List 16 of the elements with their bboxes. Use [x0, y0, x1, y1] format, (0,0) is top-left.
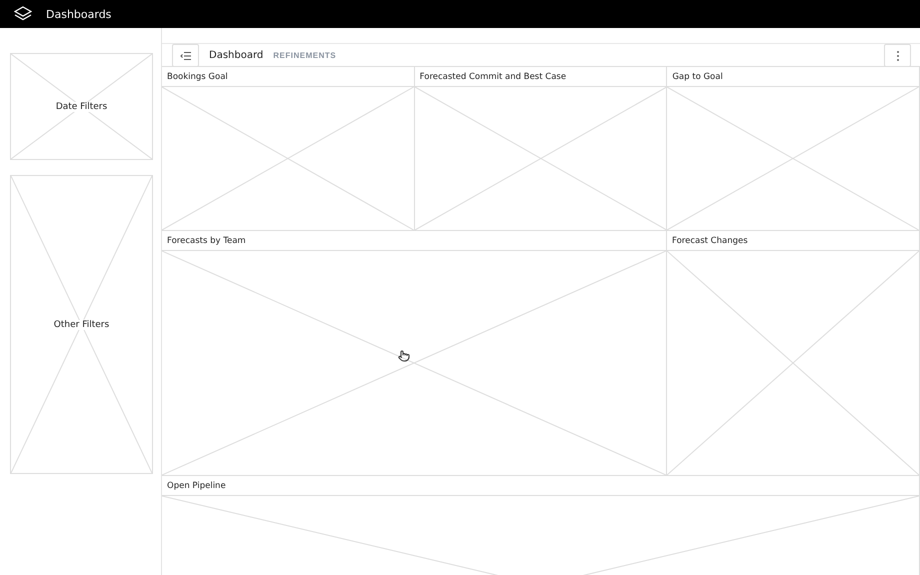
hand-cursor-icon — [398, 350, 410, 362]
panel-title: Forecasted Commit and Best Case — [414, 67, 666, 87]
collapse-list-icon — [180, 50, 192, 60]
panel-title: Bookings Goal — [162, 67, 414, 87]
app-title: Dashboards — [46, 8, 112, 20]
panel-title: Forecast Changes — [667, 231, 919, 251]
panel-title: Open Pipeline — [162, 476, 919, 496]
kebab-menu-icon — [896, 50, 900, 62]
dashboard-title: Dashboard — [209, 50, 264, 61]
filter-label: Other Filters — [54, 320, 110, 330]
collapse-menu-button[interactable] — [172, 44, 199, 67]
panel-title: Gap to Goal — [667, 67, 920, 87]
filter-label: Date Filters — [56, 102, 108, 112]
layers-icon — [14, 6, 32, 22]
panel-title: Forecasts by Team — [162, 231, 666, 251]
refinements-tab[interactable]: REFINEMENTS — [273, 51, 336, 60]
